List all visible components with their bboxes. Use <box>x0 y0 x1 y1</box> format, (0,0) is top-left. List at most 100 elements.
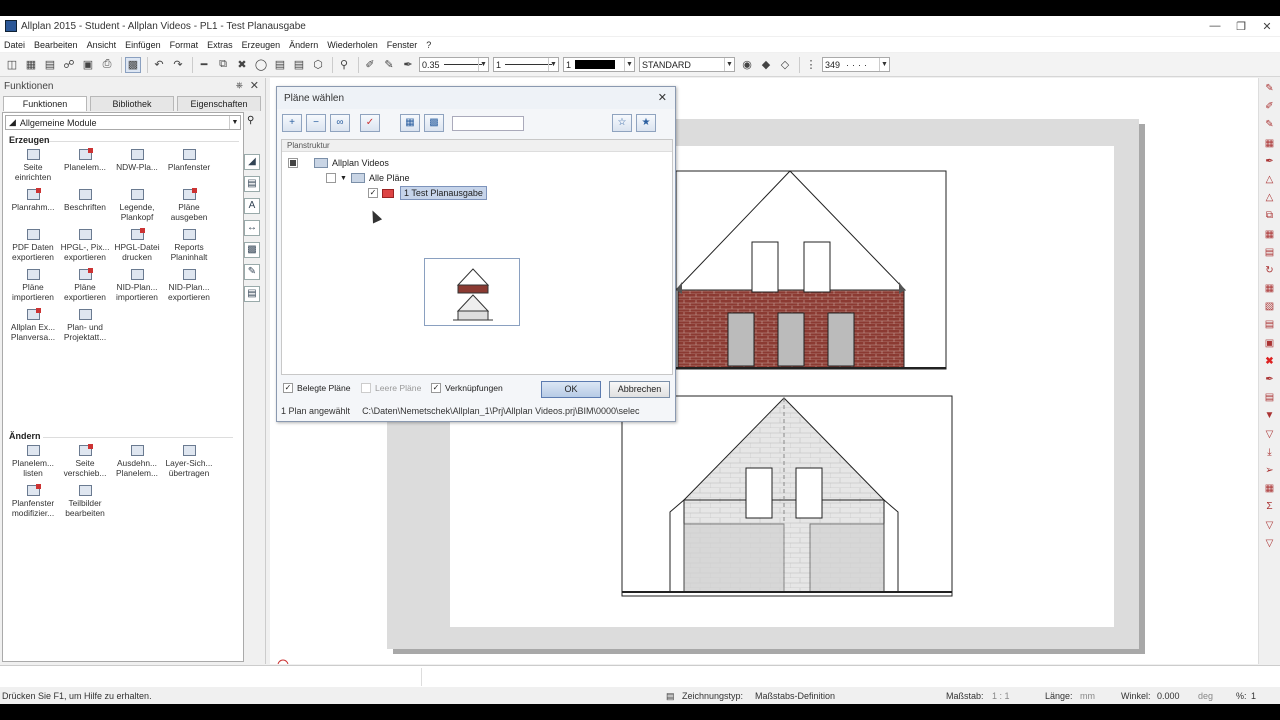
mirror-axis-icon[interactable]: △ <box>1263 191 1277 205</box>
edit-icon[interactable]: ✎ <box>244 264 260 280</box>
link-icon[interactable]: ∞ <box>330 114 350 132</box>
print-icon[interactable]: ⎙ <box>99 57 115 73</box>
check-all-icon[interactable]: ✓ <box>360 114 380 132</box>
download-icon[interactable]: ⤓ <box>1263 446 1277 460</box>
layer-select[interactable]: STANDARD ▼ <box>639 57 735 72</box>
collapse-icon[interactable]: ▩ <box>424 114 444 132</box>
new-project-icon[interactable]: ◫ <box>4 57 20 73</box>
erzeugen-function-0[interactable]: Seite einrichten <box>7 147 59 187</box>
option-belegte[interactable]: ✓ Belegte Pläne <box>283 383 351 393</box>
aendern-function-3[interactable]: Layer-Sich... übertragen <box>163 443 215 483</box>
verknuepfungen-checkbox[interactable]: ✓ <box>431 383 441 393</box>
menu-ansicht[interactable]: Ansicht <box>87 40 117 50</box>
module-select[interactable]: ◢ Allgemeine Module ▼ <box>5 115 241 130</box>
menu-aendern[interactable]: Ändern <box>289 40 318 50</box>
length-unit[interactable]: mm <box>1080 691 1095 701</box>
aendern-function-4[interactable]: Planfenster modifizier... <box>7 483 59 523</box>
tab-funktionen[interactable]: Funktionen <box>3 96 87 111</box>
open-icon[interactable]: ☍ <box>61 57 77 73</box>
tree-root[interactable]: Allplan Videos <box>288 156 389 170</box>
format-icon[interactable]: ▤ <box>1263 391 1277 405</box>
stretch-icon[interactable]: ▦ <box>1263 228 1277 242</box>
erzeugen-function-9[interactable]: HPGL-, Pix... exportieren <box>59 227 111 267</box>
filter-undo-icon[interactable]: ▽ <box>1263 537 1277 551</box>
pipette-icon[interactable]: ✒ <box>400 57 416 73</box>
tree-group[interactable]: ▼ Alle Pläne <box>326 171 409 185</box>
root-checkbox[interactable] <box>288 158 298 168</box>
command-input[interactable] <box>2 668 422 686</box>
group-checkbox[interactable] <box>326 173 336 183</box>
erzeugen-function-5[interactable]: Beschriften <box>59 187 111 227</box>
pattern-select[interactable]: 349 ···· ▼ <box>822 57 890 72</box>
plot-icon[interactable]: ▤ <box>272 57 288 73</box>
dimension-icon[interactable]: ↔ <box>244 220 260 236</box>
print-preview-icon[interactable]: ▤ <box>291 57 307 73</box>
erzeugen-function-11[interactable]: Reports Planinhalt <box>163 227 215 267</box>
help-icon[interactable]: ⚲ <box>336 57 352 73</box>
favorite-load-icon[interactable]: ★ <box>636 114 656 132</box>
add-icon[interactable]: + <box>282 114 302 132</box>
array-icon[interactable]: ▤ <box>1263 318 1277 332</box>
filter-plus-icon[interactable]: ▽ <box>1263 428 1277 442</box>
offset-icon[interactable]: ▤ <box>1263 246 1277 260</box>
erzeugen-function-4[interactable]: Planrahm... <box>7 187 59 227</box>
pipette-tool-icon[interactable]: ✒ <box>1263 373 1277 387</box>
tab-eigenschaften[interactable]: Eigenschaften <box>177 96 261 111</box>
layer-settings-icon[interactable]: ◉ <box>739 57 755 73</box>
belegte-checkbox[interactable]: ✓ <box>283 383 293 393</box>
option-verknuepfungen[interactable]: ✓ Verknüpfungen <box>431 383 503 393</box>
close-icon[interactable]: ✕ <box>250 79 259 92</box>
layer-visibility-icon[interactable]: ◆ <box>758 57 774 73</box>
drawing-files-icon[interactable]: ▦ <box>23 57 39 73</box>
option-leere[interactable]: Leere Pläne <box>361 383 421 393</box>
scale-icon[interactable]: ▦ <box>1263 282 1277 296</box>
plan-checkbox[interactable]: ✓ <box>368 188 378 198</box>
format-brush-icon[interactable]: ✐ <box>362 57 378 73</box>
menu-datei[interactable]: Datei <box>4 40 25 50</box>
view-icon[interactable]: ◯ <box>253 57 269 73</box>
tab-bibliothek[interactable]: Bibliothek <box>90 96 174 111</box>
favorite-save-icon[interactable]: ☆ <box>612 114 632 132</box>
scale-value[interactable]: 1 : 1 <box>992 691 1010 701</box>
menu-wiederholen[interactable]: Wiederholen <box>327 40 378 50</box>
eraser-icon[interactable]: ✎ <box>1263 82 1277 96</box>
layout-element-icon[interactable]: ▣ <box>1263 337 1277 351</box>
mirror-icon[interactable]: ▦ <box>1263 137 1277 151</box>
copy-element-icon[interactable]: ⧉ <box>1263 209 1277 223</box>
angle-icon[interactable]: ◢ <box>244 154 260 170</box>
menu-fenster[interactable]: Fenster <box>387 40 418 50</box>
aendern-function-0[interactable]: Planelem... listen <box>7 443 59 483</box>
color-select[interactable]: 1 ▼ <box>563 57 635 72</box>
copy-icon[interactable]: ⧉ <box>215 57 231 73</box>
undo-icon[interactable]: ↶ <box>151 57 167 73</box>
delete-element-icon[interactable]: ✖ <box>1263 355 1277 369</box>
select-icon[interactable]: ➢ <box>1263 464 1277 478</box>
menu-help[interactable]: ? <box>426 40 431 50</box>
frame-icon[interactable]: ▤ <box>244 176 260 192</box>
ok-button[interactable]: OK <box>541 381 601 398</box>
plan-mode-icon[interactable]: ▩ <box>125 56 141 73</box>
erzeugen-function-17[interactable]: Plan- und Projektatt... <box>59 307 111 347</box>
brush-icon[interactable]: ✐ <box>1263 100 1277 114</box>
filter-icon[interactable]: ▼ <box>1263 409 1277 423</box>
text-icon[interactable]: A <box>244 198 260 214</box>
delete-icon[interactable]: ✖ <box>234 57 250 73</box>
aendern-function-1[interactable]: Seite verschieb... <box>59 443 111 483</box>
layer-stack-icon[interactable]: ◇ <box>777 57 793 73</box>
erzeugen-function-6[interactable]: Legende, Plankopf <box>111 187 163 227</box>
transform-icon[interactable]: ▧ <box>1263 300 1277 314</box>
drawing-type-value[interactable]: Maßstabs-Definition <box>755 691 835 701</box>
pencil-icon[interactable]: ✎ <box>1263 118 1277 132</box>
erzeugen-function-15[interactable]: NID-Plan... exportieren <box>163 267 215 307</box>
save-icon[interactable]: ▣ <box>80 57 96 73</box>
angle-value[interactable]: 0.000 <box>1157 691 1180 701</box>
menu-erzeugen[interactable]: Erzeugen <box>242 40 281 50</box>
measure-icon[interactable]: ━ <box>196 57 212 73</box>
erzeugen-function-13[interactable]: Pläne exportieren <box>59 267 111 307</box>
maximize-icon[interactable]: ❐ <box>1228 20 1254 33</box>
close-icon[interactable]: ✕ <box>1254 20 1280 33</box>
aendern-function-5[interactable]: Teilbilder bearbeiten <box>59 483 111 523</box>
command-line[interactable] <box>0 665 1280 687</box>
pen-icon[interactable]: ✎ <box>381 57 397 73</box>
erzeugen-function-1[interactable]: Planelem... <box>59 147 111 187</box>
